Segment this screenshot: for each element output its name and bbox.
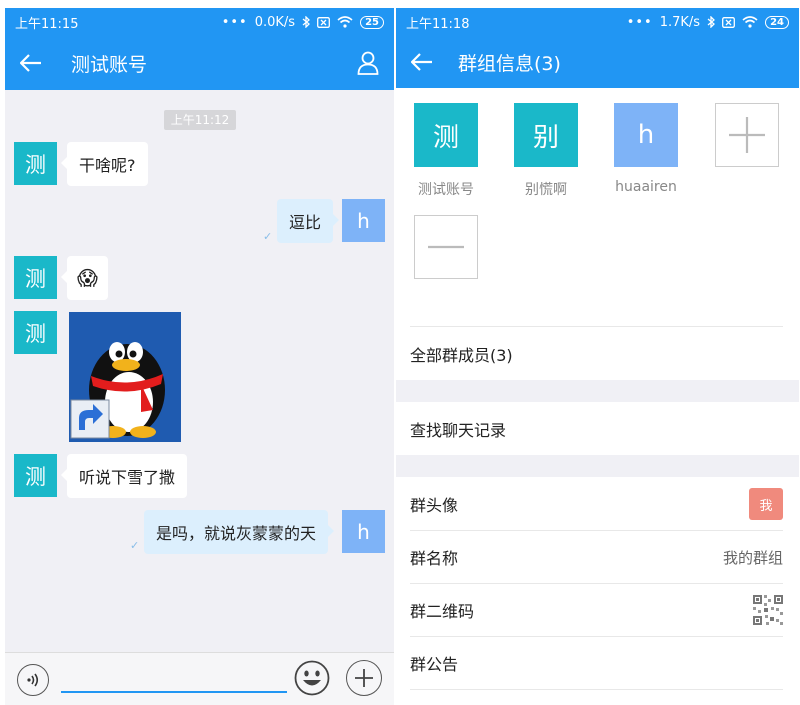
member-avatar: h bbox=[614, 103, 678, 167]
member-avatar: 别 bbox=[514, 103, 578, 167]
back-button[interactable] bbox=[7, 36, 55, 90]
member-avatar: 测 bbox=[414, 103, 478, 167]
page-title: 群组信息(3) bbox=[458, 52, 561, 75]
plus-icon bbox=[355, 669, 373, 687]
group-name-row[interactable]: 群名称 我的群组 bbox=[410, 531, 783, 583]
image-message[interactable] bbox=[69, 312, 181, 442]
status-dots: ••• bbox=[221, 14, 248, 30]
add-member-box bbox=[715, 103, 779, 167]
message-input[interactable] bbox=[61, 691, 287, 693]
profile-button[interactable] bbox=[342, 36, 394, 90]
section-gap bbox=[396, 455, 799, 477]
divider bbox=[410, 689, 783, 690]
sim-icon bbox=[722, 16, 736, 28]
remove-member-button[interactable] bbox=[414, 215, 478, 279]
search-history-row[interactable]: 查找聊天记录 bbox=[410, 403, 783, 455]
bluetooth-icon bbox=[707, 16, 716, 28]
avatar[interactable]: h bbox=[342, 199, 385, 242]
avatar[interactable]: 测 bbox=[14, 142, 57, 185]
member-item[interactable]: h huaairen bbox=[614, 103, 678, 195]
status-time: 上午11:15 bbox=[15, 16, 79, 32]
avatar[interactable]: 测 bbox=[14, 454, 57, 497]
announcement-label: 群公告 bbox=[410, 655, 459, 674]
member-item[interactable]: 测 测试账号 bbox=[414, 103, 478, 199]
battery-icon: 25 bbox=[360, 15, 384, 29]
network-speed: 0.0K/s bbox=[254, 14, 296, 30]
plus-icon bbox=[729, 117, 765, 153]
person-icon bbox=[357, 51, 379, 75]
chat-screen: 上午11:15 ••• 0.0K/s 25 测试账号 上午11:12 测 干啥呢… bbox=[5, 8, 394, 705]
wifi-icon bbox=[337, 16, 353, 28]
arrow-left-icon bbox=[20, 54, 41, 72]
page-title: 测试账号 bbox=[71, 53, 148, 76]
member-name: huaairen bbox=[615, 179, 677, 195]
member-item[interactable]: 别 别慌啊 bbox=[514, 103, 578, 199]
minus-icon bbox=[428, 245, 464, 249]
voice-icon bbox=[27, 673, 39, 687]
divider bbox=[410, 326, 783, 327]
wifi-icon bbox=[742, 16, 758, 28]
avatar[interactable]: 测 bbox=[14, 256, 57, 299]
status-time: 上午11:18 bbox=[406, 16, 470, 32]
sim-icon bbox=[317, 16, 331, 28]
smiley-icon bbox=[294, 660, 330, 696]
group-name-label: 群名称 bbox=[410, 549, 459, 568]
message-bubble[interactable]: 逗比 bbox=[277, 199, 340, 243]
status-bar: 上午11:18 ••• 1.7K/s 24 bbox=[396, 8, 799, 36]
voice-button[interactable] bbox=[17, 664, 49, 696]
group-avatar-badge: 我 bbox=[749, 488, 783, 520]
network-speed: 1.7K/s bbox=[659, 14, 701, 30]
group-info-screen: 上午11:18 ••• 1.7K/s 24 群组信息(3) 测 测试账号 别 别… bbox=[396, 8, 799, 705]
announcement-row[interactable]: 群公告 bbox=[410, 637, 783, 689]
qq-penguin-icon bbox=[69, 312, 181, 442]
member-name: 别慌啊 bbox=[525, 182, 567, 198]
qr-code-label: 群二维码 bbox=[410, 602, 475, 621]
bluetooth-icon bbox=[302, 16, 311, 28]
status-bar: 上午11:15 ••• 0.0K/s 25 bbox=[5, 8, 394, 36]
group-name-value: 我的群组 bbox=[722, 548, 783, 567]
emoji-bubble[interactable]: 😱 bbox=[61, 256, 108, 300]
message-timestamp: 上午11:12 bbox=[164, 110, 236, 130]
all-members-label: 全部群成员(3) bbox=[410, 346, 513, 365]
message-bubble[interactable]: 是吗，就说灰蒙蒙的天 bbox=[144, 510, 335, 554]
emoji-button[interactable] bbox=[294, 660, 330, 696]
group-avatar-row[interactable]: 群头像 我 bbox=[410, 478, 783, 530]
app-bar: 群组信息(3) bbox=[396, 36, 799, 88]
read-check-icon: ✓ bbox=[130, 539, 140, 552]
read-check-icon: ✓ bbox=[263, 230, 273, 243]
group-avatar-label: 群头像 bbox=[410, 496, 459, 515]
qr-code-icon bbox=[753, 595, 783, 625]
avatar[interactable]: h bbox=[342, 510, 385, 553]
more-button[interactable] bbox=[346, 660, 382, 696]
avatar[interactable]: 测 bbox=[14, 311, 57, 354]
app-bar: 测试账号 bbox=[5, 36, 394, 90]
input-bar bbox=[5, 652, 394, 705]
search-history-label: 查找聊天记录 bbox=[410, 421, 507, 440]
section-gap bbox=[396, 380, 799, 402]
message-bubble[interactable]: 干啥呢? bbox=[61, 142, 148, 186]
remove-member-box bbox=[414, 215, 478, 279]
back-button[interactable] bbox=[398, 35, 446, 89]
all-members-row[interactable]: 全部群成员(3) bbox=[410, 328, 783, 380]
arrow-left-icon bbox=[411, 53, 432, 71]
battery-icon: 24 bbox=[765, 15, 789, 29]
qr-code-row[interactable]: 群二维码 bbox=[410, 584, 783, 636]
add-member-button[interactable] bbox=[715, 103, 779, 167]
member-name: 测试账号 bbox=[418, 182, 474, 198]
message-bubble[interactable]: 听说下雪了撒 bbox=[60, 454, 188, 498]
status-dots: ••• bbox=[626, 14, 653, 30]
